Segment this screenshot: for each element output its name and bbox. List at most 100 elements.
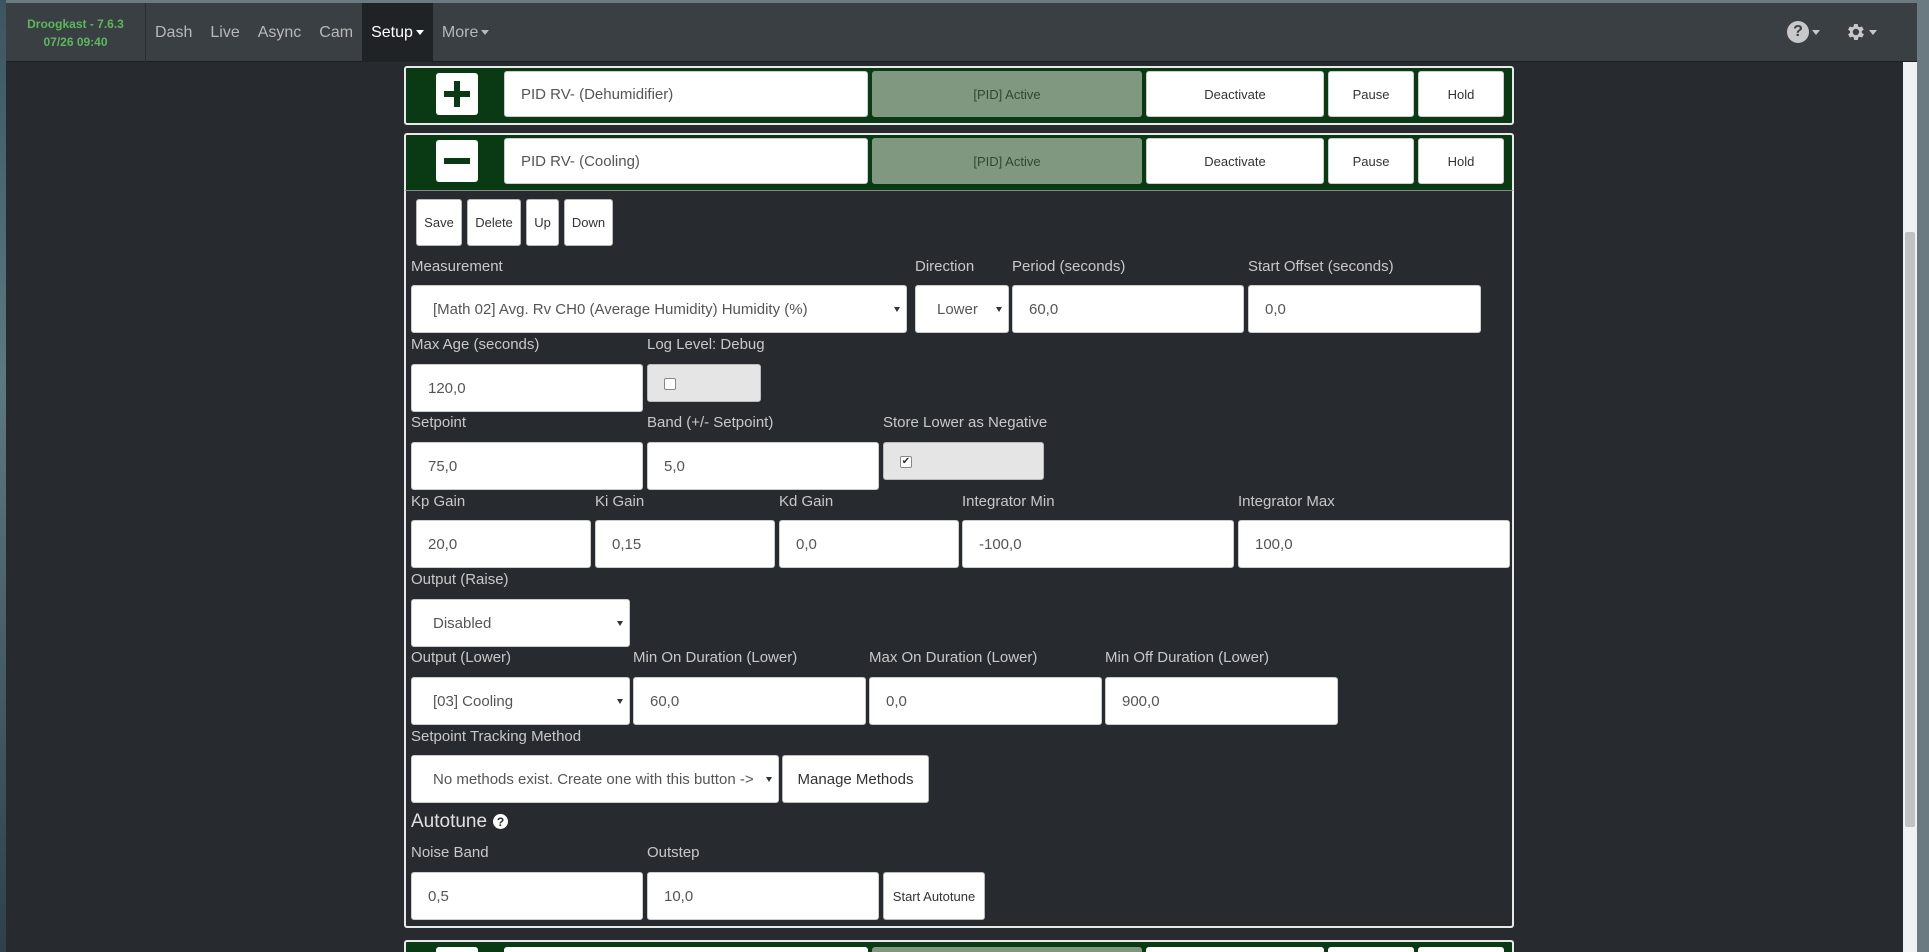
input-value: 120,0 <box>428 379 466 397</box>
measurement-select[interactable]: [Math 02] Avg. Rv CH0 (Average Humidity)… <box>411 285 907 333</box>
outstep-input[interactable]: 10,0 <box>647 872 879 920</box>
nav-dash[interactable]: Dash <box>146 3 201 62</box>
nav-setup[interactable]: Setup <box>362 3 433 62</box>
status-text: [PID] Active <box>973 153 1041 169</box>
button-label: Delete <box>475 215 513 230</box>
tracking-method-select[interactable]: No methods exist. Create one with this b… <box>411 755 779 803</box>
nav-live[interactable]: Live <box>201 3 248 62</box>
pid-dehumidifier-header: PID RV- (Dehumidifier) [PID] Active Deac… <box>404 66 1514 125</box>
min-on-lower-label: Min On Duration (Lower) <box>633 649 798 666</box>
nav-more[interactable]: More <box>433 3 498 62</box>
setpoint-input[interactable]: 75,0 <box>411 442 643 490</box>
question-circle-icon[interactable]: ? <box>493 814 509 830</box>
start-offset-label: Start Offset (seconds) <box>1248 258 1394 275</box>
noise-band-label: Noise Band <box>411 844 489 861</box>
log-level-checkbox-wrapper <box>647 364 761 402</box>
kp-input[interactable]: 20,0 <box>411 520 591 568</box>
button-label: Up <box>534 215 551 230</box>
pause-partial[interactable] <box>1328 947 1414 952</box>
pause-button[interactable]: Pause <box>1328 138 1414 184</box>
select-value: Disabled <box>433 614 492 632</box>
down-button[interactable]: Down <box>564 199 613 246</box>
select-value: [Math 02] Avg. Rv CH0 (Average Humidity)… <box>433 300 808 318</box>
caret-down-icon <box>481 30 490 35</box>
save-button[interactable]: Save <box>416 199 462 246</box>
min-on-lower-input[interactable]: 60,0 <box>633 677 866 725</box>
integrator-max-input[interactable]: 100,0 <box>1238 520 1510 568</box>
nav-right: ? <box>1775 3 1917 61</box>
direction-label: Direction <box>915 258 975 275</box>
outstep-label: Outstep <box>647 844 700 861</box>
help-menu[interactable]: ? <box>1775 3 1832 62</box>
select-value: [03] Cooling <box>433 692 514 710</box>
button-label: Down <box>571 215 606 230</box>
settings-menu[interactable] <box>1832 3 1917 62</box>
input-value: 60,0 <box>650 692 680 710</box>
pause-button[interactable]: Pause <box>1328 71 1414 117</box>
brand-datetime: 07/26 09:40 <box>43 34 108 49</box>
output-raise-select[interactable]: Disabled <box>411 599 630 647</box>
max-age-input[interactable]: 120,0 <box>411 364 643 412</box>
output-lower-select[interactable]: [03] Cooling <box>411 677 630 725</box>
hold-button[interactable]: Hold <box>1418 71 1504 117</box>
nav-label: Live <box>210 23 240 41</box>
pid-status: [PID] Active <box>872 138 1142 184</box>
log-level-checkbox[interactable] <box>664 378 676 390</box>
minus-icon <box>444 158 470 164</box>
name-input-partial[interactable] <box>504 947 868 952</box>
band-input[interactable]: 5,0 <box>647 442 879 490</box>
store-lower-checkbox-wrapper: ✔ <box>883 442 1044 480</box>
status-text: [PID] Active <box>973 86 1041 102</box>
deactivate-button[interactable]: Deactivate <box>1146 71 1324 117</box>
input-value: 5,0 <box>664 457 685 475</box>
button-label: Hold <box>1447 153 1475 169</box>
browser-viewport: Droogkast - 7.6.3 07/26 09:40 Dash Live … <box>6 3 1917 952</box>
gear-icon <box>1848 24 1864 40</box>
brand[interactable]: Droogkast - 7.6.3 07/26 09:40 <box>6 3 146 62</box>
input-value: 75,0 <box>428 457 458 475</box>
caret-down-icon <box>1869 29 1877 35</box>
toggle-button-partial[interactable] <box>436 947 478 952</box>
vertical-scrollbar[interactable] <box>1903 62 1917 952</box>
kd-input[interactable]: 0,0 <box>779 520 959 568</box>
button-label: Pause <box>1352 86 1390 102</box>
setpoint-label: Setpoint <box>411 414 467 431</box>
input-value: 0,5 <box>428 887 449 905</box>
store-lower-checkbox[interactable]: ✔ <box>900 456 912 468</box>
expand-button[interactable] <box>436 73 478 115</box>
hold-button[interactable]: Hold <box>1418 138 1504 184</box>
nav-async[interactable]: Async <box>249 3 311 62</box>
caret-down-icon <box>415 30 424 35</box>
autotune-title-text: Autotune <box>411 811 488 832</box>
next-pid-header <box>404 940 1514 952</box>
start-offset-input[interactable]: 0,0 <box>1248 285 1481 333</box>
button-label: Save <box>424 215 454 230</box>
start-autotune-button[interactable]: Start Autotune <box>883 872 985 920</box>
min-off-lower-input[interactable]: 900,0 <box>1105 677 1338 725</box>
delete-button[interactable]: Delete <box>467 199 521 246</box>
button-label: Deactivate <box>1204 153 1266 169</box>
button-label: Manage Methods <box>797 770 914 788</box>
max-on-lower-input[interactable]: 0,0 <box>869 677 1102 725</box>
up-button[interactable]: Up <box>526 199 559 246</box>
input-value: 100,0 <box>1255 535 1293 553</box>
button-label: Pause <box>1352 153 1390 169</box>
output-lower-label: Output (Lower) <box>411 649 512 666</box>
noise-band-input[interactable]: 0,5 <box>411 872 643 920</box>
period-input[interactable]: 60,0 <box>1012 285 1244 333</box>
direction-select[interactable]: Lower <box>915 285 1009 333</box>
pid-name-input[interactable]: PID RV- (Cooling) <box>504 138 868 184</box>
deactivate-button[interactable]: Deactivate <box>1146 138 1324 184</box>
nav-cam[interactable]: Cam <box>310 3 362 62</box>
pid-name-input[interactable]: PID RV- (Dehumidifier) <box>504 71 868 117</box>
deactivate-partial[interactable] <box>1146 947 1324 952</box>
max-age-label: Max Age (seconds) <box>411 336 540 353</box>
ki-input[interactable]: 0,15 <box>595 520 775 568</box>
ki-label: Ki Gain <box>595 493 645 510</box>
collapse-button[interactable] <box>436 140 478 182</box>
manage-methods-button[interactable]: Manage Methods <box>782 755 929 803</box>
brand-name: Droogkast - 7.6.3 <box>27 16 124 31</box>
integrator-min-input[interactable]: -100,0 <box>962 520 1234 568</box>
hold-partial[interactable] <box>1418 947 1504 952</box>
scrollbar-thumb[interactable] <box>1905 232 1915 827</box>
